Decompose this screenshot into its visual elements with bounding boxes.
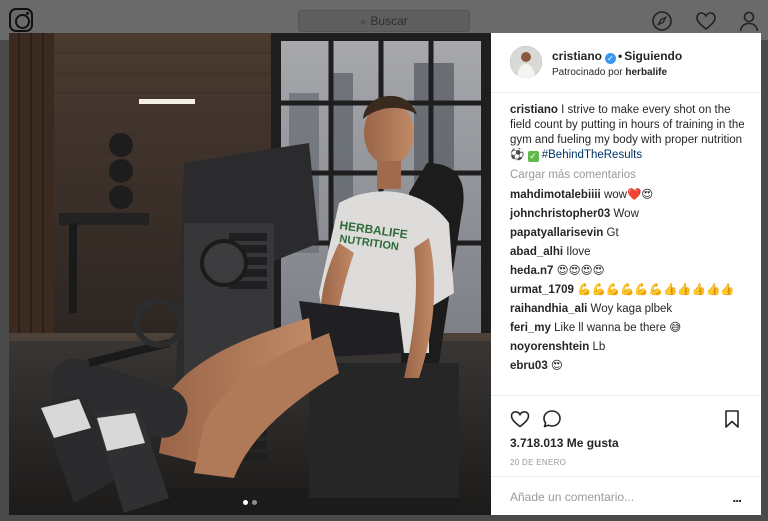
comment-text: 💪💪💪💪💪💪👍👍👍👍👍 <box>577 284 735 296</box>
comment-text: 😍😍😍😍 <box>556 265 605 277</box>
caption-username[interactable]: cristiano <box>510 104 558 116</box>
comment-username[interactable]: raihandhia_ali <box>510 303 587 315</box>
compass-icon[interactable] <box>651 10 673 32</box>
post-date: 20 DE ENERO <box>510 458 567 467</box>
comment-text: wow❤️😍 <box>603 189 654 201</box>
comment-username[interactable]: papatyallarisevin <box>510 227 603 239</box>
comment-username[interactable]: ebru03 <box>510 360 548 372</box>
post-actions: 3.718.013 Me gusta 20 DE ENERO ... <box>491 395 761 515</box>
comment-username[interactable]: abad_alhi <box>510 246 563 258</box>
comment-text: 😍 <box>550 360 563 372</box>
comment-item: raihandhia_ali Woy kaga plbek <box>510 302 750 317</box>
profile-icon[interactable] <box>738 10 760 32</box>
comments-section: cristiano I strive to make every shot on… <box>510 103 750 378</box>
check-mark-emoji-icon: ✓ <box>527 151 539 162</box>
comment-username[interactable]: urmat_1709 <box>510 284 574 296</box>
verified-badge-icon: ✓ <box>605 53 617 64</box>
comment-text: Ilove <box>566 246 591 258</box>
comment-item: johnchristopher03 Wow <box>510 207 750 222</box>
comment-username[interactable]: feri_my <box>510 322 551 334</box>
comment-item: urmat_1709 💪💪💪💪💪💪👍👍👍👍👍 <box>510 283 750 298</box>
search-box[interactable]: ⌕ Buscar <box>298 10 470 32</box>
comment-username[interactable]: mahdimotalebiiii <box>510 189 601 201</box>
comment-item: noyorenshtein Lb <box>510 340 750 355</box>
gym-photo-illustration: HERBALIFE NUTRITION <box>9 33 491 515</box>
comment-text: Gt <box>606 227 619 239</box>
comment-item: abad_alhi Ilove <box>510 245 750 260</box>
carousel-indicator <box>243 500 257 505</box>
comment-text: Wow <box>613 208 639 220</box>
bookmark-icon[interactable] <box>722 409 742 429</box>
comment-text: Woy kaga plbek <box>590 303 673 315</box>
post-details-panel: cristiano ✓ • Siguiendo Patrocinado por her… <box>491 33 761 515</box>
post-author-line: cristiano ✓ • Siguiendo <box>552 49 682 64</box>
like-heart-icon[interactable] <box>510 409 530 429</box>
avatar[interactable] <box>510 46 542 78</box>
load-more-comments-link[interactable]: Cargar más comentarios <box>510 168 750 183</box>
comment-icon[interactable] <box>542 409 562 429</box>
comment-username[interactable]: johnchristopher03 <box>510 208 610 220</box>
sponsor-link[interactable]: herbalife <box>625 67 667 78</box>
comment-item: mahdimotalebiiii wow❤️😍 <box>510 188 750 203</box>
sponsored-line: Patrocinado por herbalife <box>552 67 667 78</box>
comment-text: Lb <box>592 341 606 353</box>
comment-username[interactable]: noyorenshtein <box>510 341 589 353</box>
follow-status-button[interactable]: Siguiendo <box>624 49 682 63</box>
comment-text: Like ll wanna be there 😅 <box>554 322 682 334</box>
instagram-logo-icon[interactable] <box>9 8 33 32</box>
more-options-button[interactable]: ... <box>732 489 742 505</box>
soccer-ball-emoji-icon: ⚽ <box>510 149 525 161</box>
sponsored-prefix: Patrocinado por <box>552 67 623 78</box>
add-comment-input[interactable] <box>510 487 710 507</box>
search-placeholder: Buscar <box>370 14 408 28</box>
post-header: cristiano ✓ • Siguiendo Patrocinado por her… <box>491 33 761 93</box>
comment-item: heda.n7 😍😍😍😍 <box>510 264 750 279</box>
likes-count[interactable]: 3.718.013 Me gusta <box>510 436 619 450</box>
comment-item: ebru03 😍 <box>510 359 750 374</box>
carousel-dot <box>252 500 257 505</box>
post-caption: cristiano I strive to make every shot on… <box>510 103 750 163</box>
heart-icon[interactable] <box>695 10 717 32</box>
carousel-dot-active <box>243 500 248 505</box>
comment-username[interactable]: heda.n7 <box>510 265 553 277</box>
post-photo[interactable]: HERBALIFE NUTRITION <box>9 33 491 515</box>
add-comment-bar: ... <box>491 476 761 516</box>
post-author-username[interactable]: cristiano <box>552 49 602 63</box>
comment-item: papatyallarisevin Gt <box>510 226 750 241</box>
separator-dot: • <box>618 49 623 63</box>
comment-item: feri_my Like ll wanna be there 😅 <box>510 321 750 336</box>
avatar-image <box>510 46 542 78</box>
search-icon: ⌕ <box>360 16 367 28</box>
caption-hashtag-link[interactable]: #BehindTheResults <box>542 149 642 161</box>
